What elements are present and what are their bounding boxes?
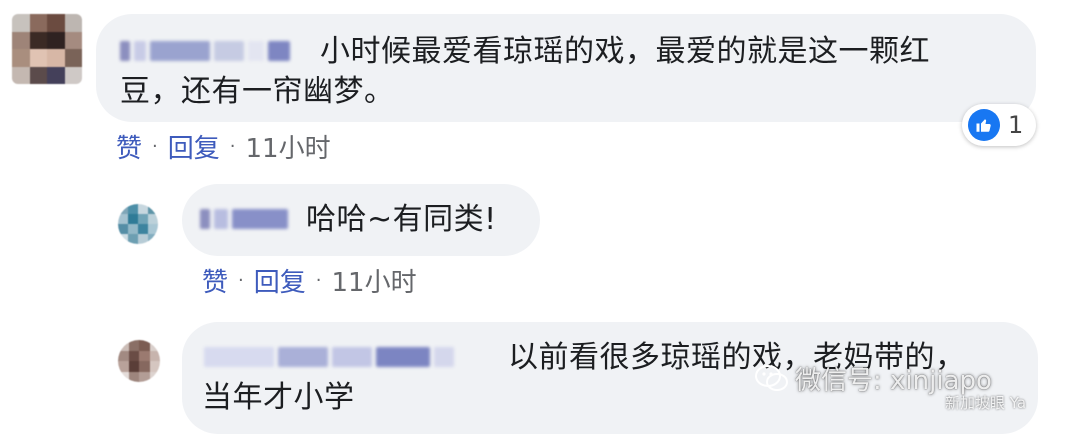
comment-text: 哈哈~有同类! (306, 198, 497, 242)
comment-text-line: 当年才小学 (202, 380, 355, 415)
like-thumb-icon (968, 109, 1000, 141)
wechat-icon (755, 364, 788, 391)
like-link[interactable]: 赞 (202, 262, 228, 299)
commenter-name[interactable] (200, 208, 288, 230)
reaction-summary[interactable]: 1 (962, 104, 1036, 146)
comment-text-line: 小时候最爱看琼瑶的戏，最爱的就是这一颗红 (320, 34, 930, 69)
comment-actions: 赞 · 回复 · 11小时 (116, 128, 331, 165)
reaction-count: 1 (1008, 111, 1024, 139)
commenter-name[interactable] (204, 346, 454, 368)
watermark-subtext: 新加坡眼 Ya (945, 394, 1027, 412)
comment-text: 当年才小学 (202, 376, 355, 420)
like-link[interactable]: 赞 (116, 128, 142, 165)
comment-text: 小时候最爱看琼瑶的戏，最爱的就是这一颗红 (320, 30, 930, 74)
comment-text: 豆，还有一帘幽梦。 (120, 70, 395, 114)
reply-link[interactable]: 回复 (168, 128, 220, 165)
timestamp[interactable]: 11小时 (246, 128, 331, 165)
comment-text-line: 豆，还有一帘幽梦。 (120, 74, 395, 109)
separator-dot: · (315, 270, 322, 291)
avatar[interactable] (118, 340, 160, 382)
timestamp[interactable]: 11小时 (332, 262, 417, 299)
commenter-name[interactable] (120, 40, 290, 62)
separator-dot: · (238, 270, 244, 291)
reply-link[interactable]: 回复 (254, 262, 306, 299)
comment-text-line: 哈哈~有同类! (306, 202, 497, 237)
separator-dot: · (229, 136, 236, 157)
avatar[interactable] (118, 204, 158, 244)
comment-actions: 赞 · 回复 · 11小时 (202, 262, 417, 299)
separator-dot: · (152, 136, 158, 157)
avatar[interactable] (12, 14, 82, 84)
